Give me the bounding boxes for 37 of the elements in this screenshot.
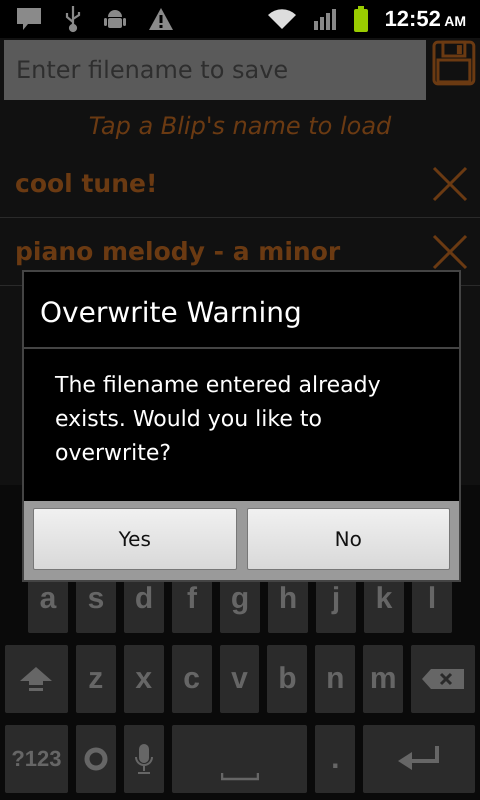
- keyboard-key[interactable]: n: [315, 645, 356, 713]
- keyboard-key[interactable]: z: [76, 645, 116, 713]
- backspace-key[interactable]: [411, 645, 476, 713]
- delete-icon[interactable]: [432, 166, 468, 202]
- blip-name[interactable]: cool tune!: [15, 169, 158, 198]
- keyboard-key[interactable]: m: [363, 645, 404, 713]
- keyboard-key[interactable]: b: [267, 645, 308, 713]
- blip-name[interactable]: piano melody - a minor: [15, 237, 340, 266]
- settings-icon: [84, 747, 108, 771]
- keyboard-key[interactable]: ?123: [5, 725, 68, 793]
- message-icon: [16, 7, 42, 31]
- warning-icon: [148, 7, 174, 31]
- dialog-title: Overwrite Warning: [24, 272, 459, 349]
- enter-arrow-icon: [397, 745, 442, 773]
- keyboard-key[interactable]: x: [124, 645, 164, 713]
- microphone-icon: [134, 743, 154, 775]
- enter-key[interactable]: [363, 725, 475, 793]
- dialog-button[interactable]: No: [246, 508, 450, 570]
- microphone-key[interactable]: [124, 725, 164, 793]
- usb-icon: [64, 5, 82, 33]
- clock: 12:52 AM: [384, 6, 466, 32]
- signal-icon: [312, 7, 337, 31]
- settings-key[interactable]: [76, 725, 116, 793]
- backspace-icon: [421, 668, 466, 690]
- dialog-message: The filename entered already exists. Would you like to overwrite?: [54, 372, 382, 468]
- shift-icon: [19, 666, 54, 692]
- hint-text: Tap a Blip's name to load: [88, 111, 392, 142]
- wifi-icon: [266, 8, 297, 30]
- space-bar-icon: [220, 773, 259, 781]
- keyboard-key[interactable]: c: [172, 645, 212, 713]
- keyboard-key[interactable]: v: [220, 645, 260, 713]
- shift-key[interactable]: [5, 645, 68, 713]
- battery-icon: [352, 6, 369, 32]
- dialog-button[interactable]: Yes: [33, 508, 236, 570]
- keyboard-key[interactable]: .: [315, 725, 356, 793]
- delete-icon[interactable]: [432, 234, 468, 270]
- robot-icon: [104, 7, 126, 31]
